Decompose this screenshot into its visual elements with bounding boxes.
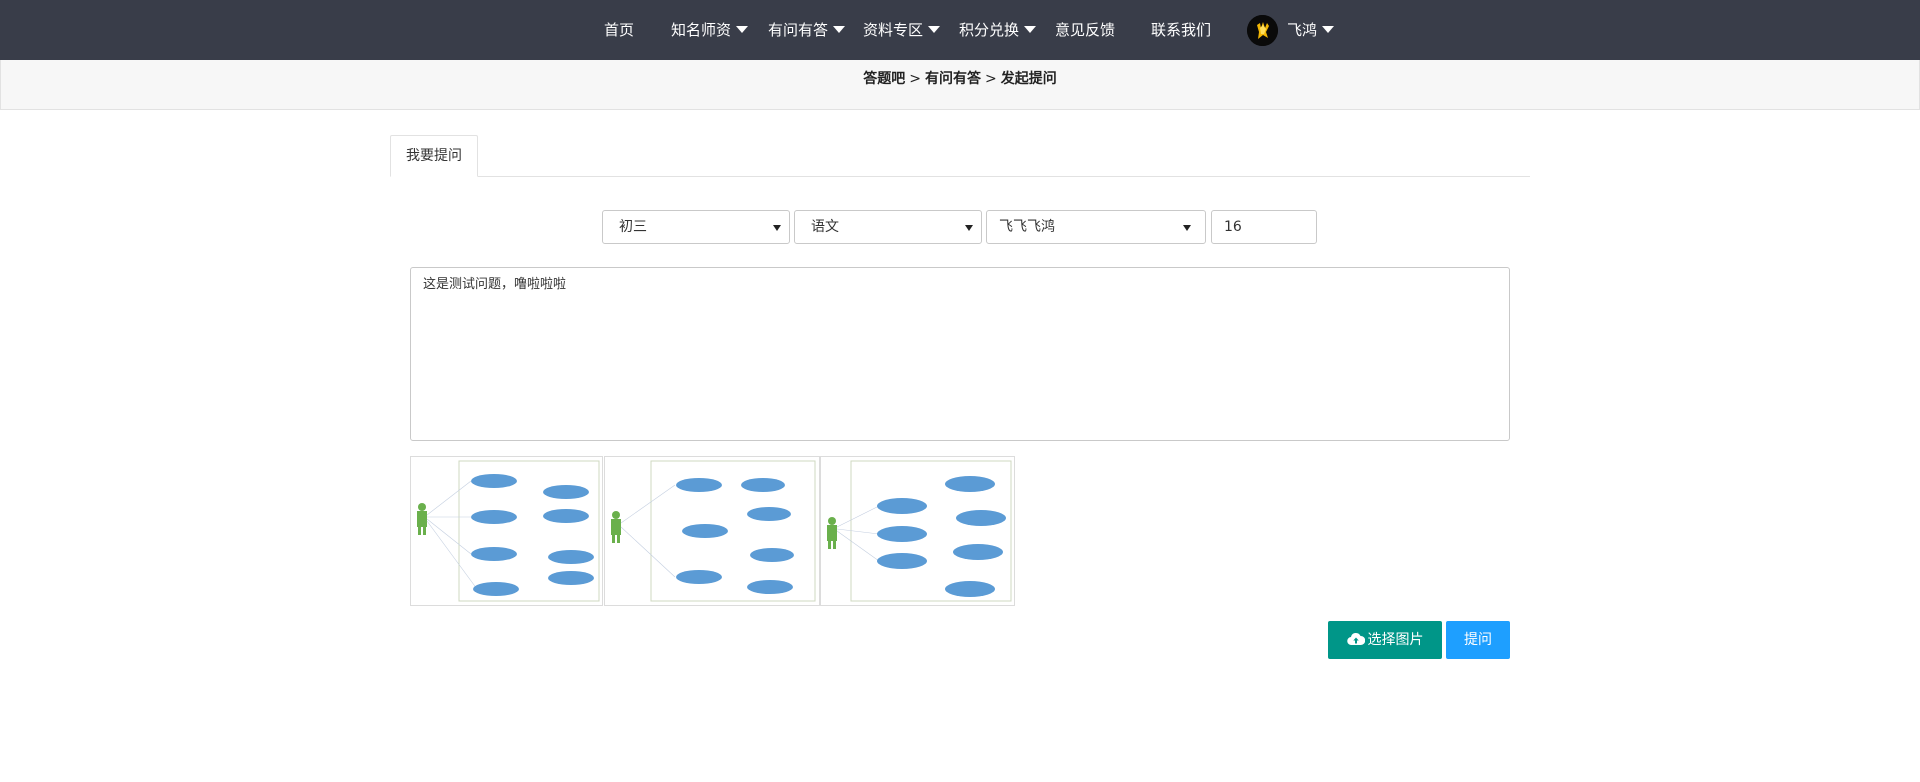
question-textarea[interactable]: 这是测试问题，噜啦啦啦 bbox=[410, 267, 1510, 441]
subject-select-value: 语文 bbox=[811, 219, 839, 235]
nav-item-qa[interactable]: 有问有答 bbox=[768, 0, 846, 60]
teacher-select[interactable]: 飞飞飞鸿 bbox=[986, 210, 1206, 244]
nav-item-label: 意见反馈 bbox=[1055, 21, 1116, 39]
breadcrumb-separator: > bbox=[909, 71, 921, 87]
caret-down-icon bbox=[736, 26, 749, 33]
nav-item-label: 联系我们 bbox=[1151, 21, 1212, 39]
cloud-upload-icon bbox=[1346, 632, 1365, 645]
user-menu[interactable]: 飞鸿 bbox=[1287, 0, 1335, 60]
caret-down-icon bbox=[1322, 26, 1335, 33]
nav-item-label: 资料专区 bbox=[863, 21, 924, 39]
dropdown-arrow-icon bbox=[965, 225, 973, 231]
nav-item-label: 首页 bbox=[604, 21, 635, 39]
choose-image-label: 选择图片 bbox=[1367, 632, 1424, 648]
attachment-thumbnail[interactable] bbox=[410, 456, 603, 606]
attachment-thumbnail[interactable] bbox=[604, 456, 820, 606]
caret-down-icon bbox=[833, 26, 846, 33]
top-navbar: 首页 知名师资 有问有答 资料专区 积分兑换 意见反馈 联系我们 飞鸿 bbox=[0, 0, 1920, 60]
breadcrumb-item-qa[interactable]: 有问有答 bbox=[925, 71, 981, 87]
teacher-select-value: 飞飞飞鸿 bbox=[999, 219, 1055, 235]
caret-down-icon bbox=[1024, 26, 1037, 33]
nav-item-materials[interactable]: 资料专区 bbox=[863, 0, 941, 60]
nav-item-home[interactable]: 首页 bbox=[604, 0, 634, 60]
nav-item-label: 有问有答 bbox=[768, 21, 829, 39]
attachment-thumbnail[interactable] bbox=[820, 456, 1015, 606]
submit-question-button[interactable]: 提问 bbox=[1446, 621, 1510, 659]
tab-ask-question[interactable]: 我要提问 bbox=[390, 135, 478, 177]
nav-item-label: 积分兑换 bbox=[959, 21, 1020, 39]
points-input[interactable] bbox=[1211, 210, 1317, 244]
breadcrumb-item-current: 发起提问 bbox=[1000, 71, 1057, 87]
caret-down-icon bbox=[928, 26, 941, 33]
dropdown-arrow-icon bbox=[1183, 225, 1191, 231]
nav-item-feedback[interactable]: 意见反馈 bbox=[1055, 0, 1115, 60]
subject-select[interactable]: 语文 bbox=[794, 210, 982, 244]
grade-select-value: 初三 bbox=[619, 219, 647, 235]
breadcrumb-item-home[interactable]: 答题吧 bbox=[863, 71, 905, 87]
breadcrumb: 答题吧 > 有问有答 > 发起提问 bbox=[0, 60, 1920, 110]
nav-item-label: 知名师资 bbox=[671, 21, 732, 39]
dropdown-arrow-icon bbox=[773, 225, 781, 231]
grade-select[interactable]: 初三 bbox=[602, 210, 790, 244]
nav-item-contact[interactable]: 联系我们 bbox=[1151, 0, 1211, 60]
nav-item-points[interactable]: 积分兑换 bbox=[959, 0, 1037, 60]
tab-divider bbox=[390, 176, 1530, 177]
user-avatar[interactable] bbox=[1247, 15, 1278, 46]
user-name: 飞鸿 bbox=[1287, 21, 1318, 39]
choose-image-button[interactable]: 选择图片 bbox=[1328, 621, 1442, 659]
nav-item-teachers[interactable]: 知名师资 bbox=[671, 0, 749, 60]
breadcrumb-separator: > bbox=[985, 71, 997, 87]
